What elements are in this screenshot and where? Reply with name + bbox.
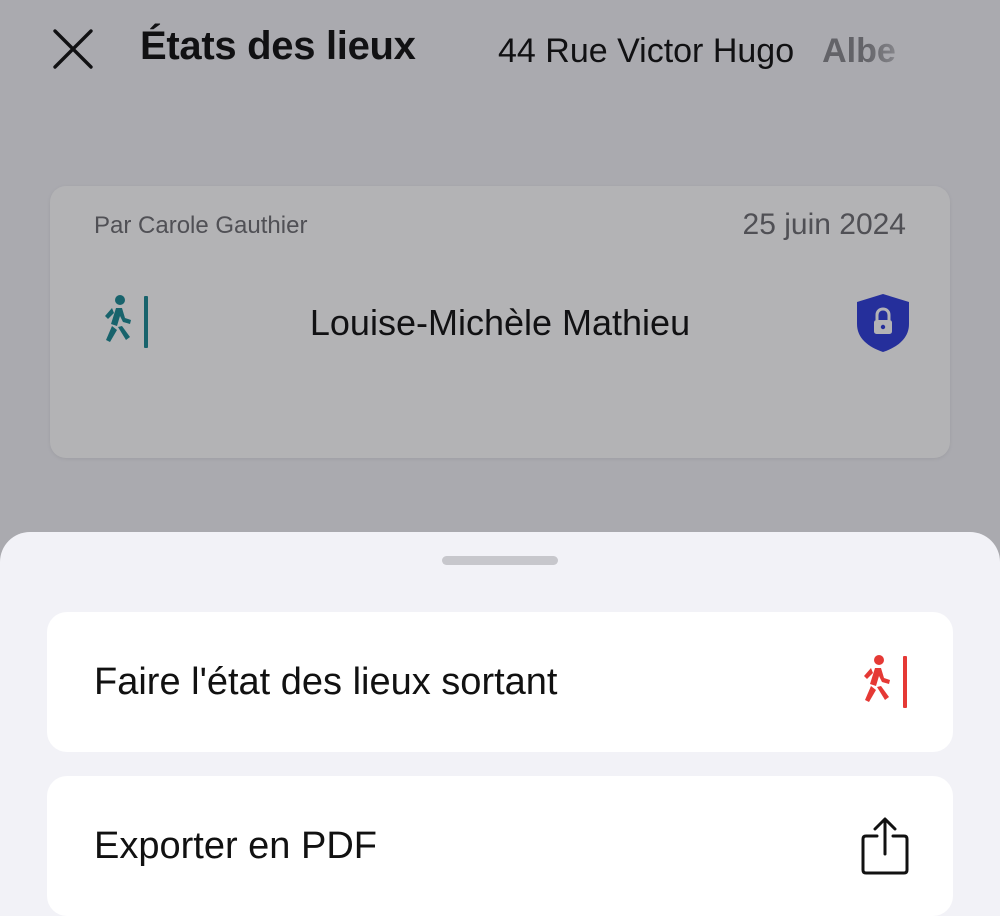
share-icon (855, 816, 915, 876)
exit-inventory-label: Faire l'état des lieux sortant (94, 660, 558, 703)
sheet-grabber[interactable] (442, 556, 558, 565)
exit-inventory-button[interactable]: Faire l'état des lieux sortant (47, 612, 953, 752)
screen: États des lieux 44 Rue Victor Hugo Albe P… (0, 0, 1000, 916)
export-pdf-label: Exporter en PDF (94, 824, 377, 867)
export-pdf-button[interactable]: Exporter en PDF (47, 776, 953, 916)
walk-out-icon (855, 652, 915, 712)
action-sheet: Faire l'état des lieux sortant Exporter … (0, 532, 1000, 916)
